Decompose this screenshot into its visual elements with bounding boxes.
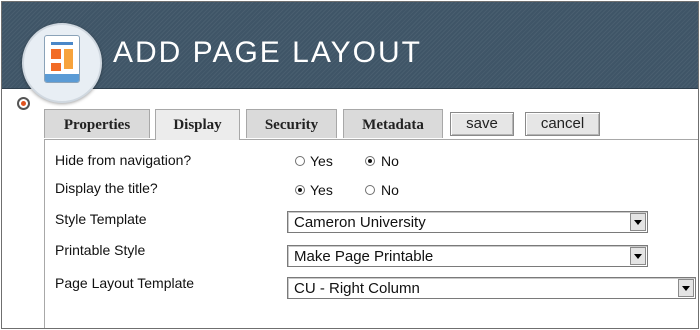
chevron-down-icon[interactable]	[678, 279, 694, 297]
page-layout-template-select[interactable]: CU - Right Column	[287, 277, 696, 299]
printable-style-select[interactable]: Make Page Printable	[287, 245, 648, 267]
display-title-no-radio[interactable]	[365, 185, 375, 195]
document-layout-icon	[22, 23, 102, 103]
header-banner: ADD PAGE LAYOUT	[2, 2, 698, 103]
chevron-down-icon[interactable]	[630, 213, 646, 231]
hide-nav-yes-radio[interactable]	[295, 156, 305, 166]
tab-metadata[interactable]: Metadata	[343, 109, 443, 138]
page-layout-template-value: CU - Right Column	[294, 280, 420, 297]
page-layout-template-label: Page Layout Template	[55, 275, 195, 291]
printable-style-label: Printable Style	[55, 242, 146, 258]
display-title-no-label: No	[381, 182, 399, 198]
display-title-yes-label: Yes	[310, 182, 333, 198]
chevron-down-icon[interactable]	[630, 247, 646, 265]
save-button[interactable]: save	[450, 112, 514, 136]
display-title-yes-radio[interactable]	[295, 185, 305, 195]
hide-nav-no-radio[interactable]	[365, 156, 375, 166]
display-title-label: Display the title?	[55, 180, 158, 196]
display-panel: Hide from navigation? Yes No Display the…	[44, 139, 698, 328]
dialog-frame: ADD PAGE LAYOUT Properties Display Secur…	[1, 1, 699, 329]
hide-nav-label: Hide from navigation?	[55, 152, 192, 168]
style-template-value: Cameron University	[294, 214, 426, 231]
style-template-select[interactable]: Cameron University	[287, 211, 648, 233]
help-icon[interactable]	[17, 97, 30, 110]
hide-nav-yes-label: Yes	[310, 153, 333, 169]
tab-security[interactable]: Security	[246, 109, 337, 138]
cancel-button[interactable]: cancel	[525, 112, 600, 136]
style-template-label: Style Template	[55, 211, 147, 227]
tab-properties[interactable]: Properties	[44, 109, 150, 138]
hide-nav-no-label: No	[381, 153, 399, 169]
printable-style-value: Make Page Printable	[294, 248, 434, 265]
page-title: ADD PAGE LAYOUT	[113, 36, 422, 69]
tab-display[interactable]: Display	[155, 109, 240, 140]
